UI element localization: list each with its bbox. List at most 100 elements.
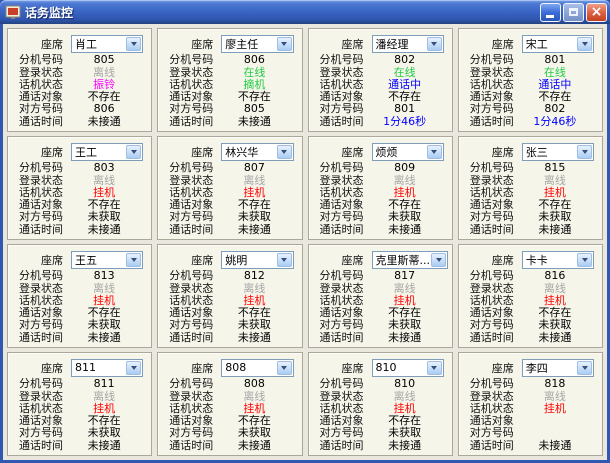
seat-combobox[interactable]: 811 [71, 359, 143, 377]
combobox-dropdown-button[interactable] [277, 145, 292, 159]
call-duration-label: 通话时间 [13, 437, 63, 453]
call-duration-label: 通话时间 [464, 113, 514, 129]
chevron-down-icon [582, 150, 588, 154]
seat-combobox-value: 卡卡 [523, 252, 576, 268]
combobox-dropdown-button[interactable] [577, 37, 592, 51]
chevron-down-icon [436, 258, 442, 262]
agent-panel: 座席 王五 分机号码 813 登录状态 离线 [7, 244, 152, 348]
seat-label: 座席 [464, 144, 514, 160]
call-duration-value: 未接通 [63, 329, 145, 345]
seat-label: 座席 [13, 252, 63, 268]
combobox-dropdown-button[interactable] [427, 361, 442, 375]
chevron-down-icon [582, 258, 588, 262]
seat-combobox[interactable]: 卡卡 [522, 251, 594, 269]
combobox-dropdown-button[interactable] [126, 145, 141, 159]
seat-combobox-value: 克里斯蒂... [373, 252, 431, 268]
agent-panel: 座席 宋工 分机号码 801 登录状态 在线 [458, 28, 603, 132]
seat-combobox[interactable]: 肖工 [71, 35, 143, 53]
close-button[interactable]: × [586, 3, 607, 22]
call-duration-label: 通话时间 [314, 113, 364, 129]
call-duration-value: 未接通 [364, 221, 446, 237]
chevron-down-icon [131, 42, 137, 46]
seat-combobox[interactable]: 810 [372, 359, 444, 377]
agent-panel: 座席 克里斯蒂... 分机号码 817 登录状态 离线 [308, 244, 453, 348]
window-title: 话务监控 [25, 4, 540, 21]
combobox-dropdown-button[interactable] [431, 253, 446, 267]
agent-panel: 座席 811 分机号码 811 登录状态 离线 [7, 352, 152, 456]
combobox-dropdown-button[interactable] [577, 145, 592, 159]
call-duration-label: 通话时间 [163, 221, 213, 237]
minimize-button[interactable] [540, 3, 561, 22]
seat-combobox[interactable]: 林兴华 [221, 143, 293, 161]
agent-panel: 座席 肖工 分机号码 805 登录状态 离线 [7, 28, 152, 132]
titlebar[interactable]: 话务监控 × [0, 0, 610, 24]
seat-combobox[interactable]: 克里斯蒂... [372, 251, 449, 269]
chevron-down-icon [431, 150, 437, 154]
combobox-dropdown-button[interactable] [277, 361, 292, 375]
seat-label: 座席 [13, 36, 63, 52]
seat-label: 座席 [314, 36, 364, 52]
seat-label: 座席 [314, 252, 364, 268]
combobox-dropdown-button[interactable] [427, 37, 442, 51]
maximize-button[interactable] [563, 3, 584, 22]
call-duration-value: 未接通 [514, 221, 596, 237]
seat-combobox[interactable]: 宋工 [522, 35, 594, 53]
combobox-dropdown-button[interactable] [277, 253, 292, 267]
seat-combobox[interactable]: 王五 [71, 251, 143, 269]
seat-label: 座席 [464, 360, 514, 376]
seat-combobox[interactable]: 廖主任 [221, 35, 293, 53]
seat-label: 座席 [464, 36, 514, 52]
agents-grid: 座席 肖工 分机号码 805 登录状态 离线 [3, 24, 607, 460]
call-duration-label: 通话时间 [13, 221, 63, 237]
call-duration-label: 通话时间 [13, 113, 63, 129]
combobox-dropdown-button[interactable] [126, 361, 141, 375]
seat-combobox-value: 811 [72, 361, 125, 374]
call-duration-value: 未接通 [514, 329, 596, 345]
call-duration-label: 通话时间 [464, 221, 514, 237]
seat-combobox[interactable]: 潘经理 [372, 35, 444, 53]
agent-panel: 座席 卡卡 分机号码 816 登录状态 离线 [458, 244, 603, 348]
maximize-icon [569, 8, 578, 16]
chevron-down-icon [431, 42, 437, 46]
agent-panel: 座席 李四 分机号码 818 登录状态 离线 [458, 352, 603, 456]
combobox-dropdown-button[interactable] [427, 145, 442, 159]
seat-label: 座席 [464, 252, 514, 268]
combobox-dropdown-button[interactable] [126, 253, 141, 267]
call-duration-value: 1分46秒 [514, 113, 596, 129]
combobox-dropdown-button[interactable] [126, 37, 141, 51]
chevron-down-icon [582, 366, 588, 370]
call-duration-value: 未接通 [63, 437, 145, 453]
seat-label: 座席 [13, 360, 63, 376]
seat-combobox[interactable]: 张三 [522, 143, 594, 161]
seat-label: 座席 [163, 36, 213, 52]
chevron-down-icon [131, 150, 137, 154]
seat-combobox-value: 王五 [72, 252, 125, 268]
seat-combobox-value: 808 [222, 361, 275, 374]
call-duration-label: 通话时间 [163, 437, 213, 453]
agent-panel: 座席 810 分机号码 810 登录状态 离线 [308, 352, 453, 456]
agent-panel: 座席 烦烦 分机号码 809 登录状态 离线 [308, 136, 453, 240]
seat-combobox[interactable]: 王工 [71, 143, 143, 161]
seat-combobox[interactable]: 808 [221, 359, 293, 377]
seat-combobox[interactable]: 李四 [522, 359, 594, 377]
seat-combobox-value: 肖工 [72, 36, 125, 52]
call-duration-label: 通话时间 [163, 329, 213, 345]
call-duration-value: 未接通 [213, 329, 295, 345]
app-window: 话务监控 × 座席 肖工 分机号码 805 [0, 0, 610, 463]
call-duration-label: 通话时间 [314, 221, 364, 237]
seat-combobox-value: 林兴华 [222, 144, 275, 160]
agent-panel: 座席 姚明 分机号码 812 登录状态 离线 [157, 244, 302, 348]
call-duration-value: 1分46秒 [364, 113, 446, 129]
combobox-dropdown-button[interactable] [277, 37, 292, 51]
combobox-dropdown-button[interactable] [577, 253, 592, 267]
seat-combobox[interactable]: 姚明 [221, 251, 293, 269]
agent-panel: 座席 廖主任 分机号码 806 登录状态 在线 [157, 28, 302, 132]
call-duration-label: 通话时间 [464, 329, 514, 345]
minimize-icon [546, 15, 554, 18]
app-icon [5, 4, 21, 20]
seat-combobox[interactable]: 烦烦 [372, 143, 444, 161]
chevron-down-icon [281, 258, 287, 262]
call-duration-value: 未接通 [63, 221, 145, 237]
combobox-dropdown-button[interactable] [577, 361, 592, 375]
call-duration-value: 未接通 [213, 113, 295, 129]
